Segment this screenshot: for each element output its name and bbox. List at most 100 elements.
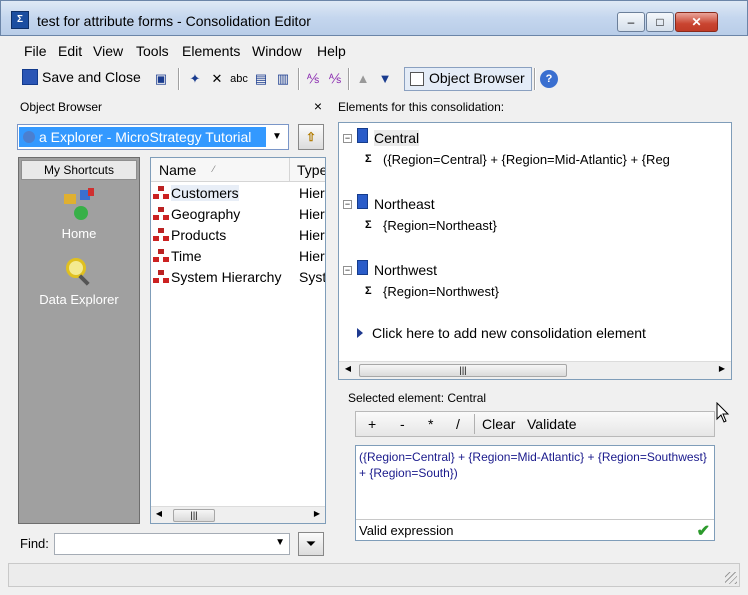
minus-button[interactable]: - xyxy=(400,416,405,432)
hierarchy-icon xyxy=(153,186,169,200)
hierarchy-icon xyxy=(153,207,169,221)
element-expression[interactable]: {Region=Northwest} xyxy=(383,284,499,299)
toolbar-separator xyxy=(534,68,536,90)
menu-view[interactable]: View xyxy=(93,43,123,59)
object-browser-button[interactable]: Object Browser xyxy=(404,67,532,91)
scroll-left-icon[interactable]: ◀ xyxy=(342,364,354,373)
status-bar xyxy=(8,563,740,587)
menu-edit[interactable]: Edit xyxy=(58,43,82,59)
scroll-left-icon[interactable]: ◀ xyxy=(153,509,165,518)
collapse-icon[interactable]: − xyxy=(343,134,352,143)
scroll-right-icon[interactable]: ▶ xyxy=(716,364,728,373)
sort-descending-icon[interactable]: ⅍ xyxy=(326,70,344,88)
save-icon[interactable]: ▣ xyxy=(152,70,170,88)
object-browser-icon xyxy=(410,72,424,86)
menu-file[interactable]: File xyxy=(24,43,47,59)
list-item-type: Hier xyxy=(299,206,325,222)
plus-button[interactable]: + xyxy=(368,416,376,432)
menu-elements[interactable]: Elements xyxy=(182,43,240,59)
menu-bar: File Edit View Tools Elements Window Hel… xyxy=(14,40,740,63)
sigma-icon: Σ xyxy=(365,285,372,297)
help-icon[interactable]: ? xyxy=(540,70,558,88)
divide-button[interactable]: / xyxy=(456,416,460,432)
edit-element-icon[interactable]: ▤ xyxy=(252,70,270,88)
folder-up-button[interactable]: ⇧ xyxy=(298,124,324,150)
list-item-type: Hier xyxy=(299,185,325,201)
hierarchy-icon xyxy=(153,270,169,284)
resize-grip-icon[interactable] xyxy=(725,572,737,584)
move-up-icon[interactable]: ▲ xyxy=(354,70,372,88)
minimize-button[interactable]: – xyxy=(617,12,645,32)
horizontal-scrollbar[interactable]: ◀ ||| ▶ xyxy=(151,506,325,523)
collapse-icon[interactable]: − xyxy=(343,266,352,275)
clear-button[interactable]: Clear xyxy=(482,416,515,432)
find-label: Find: xyxy=(20,536,49,551)
element-expression[interactable]: ({Region=Central} + {Region=Mid-Atlantic… xyxy=(383,152,670,167)
column-header-name[interactable]: Name xyxy=(159,162,196,178)
element-expression[interactable]: {Region=Northeast} xyxy=(383,218,497,233)
project-dropdown[interactable]: a Explorer - MicroStrategy Tutorial ▼ xyxy=(17,124,289,150)
mouse-cursor-icon xyxy=(716,402,730,423)
list-item[interactable]: Time Hier xyxy=(153,248,325,268)
expression-text[interactable]: ({Region=Central} + {Region=Mid-Atlantic… xyxy=(359,449,711,481)
validation-status: Valid expression ✔ xyxy=(356,519,714,540)
validate-button[interactable]: Validate xyxy=(527,416,577,432)
checkmark-icon: ✔ xyxy=(696,523,710,540)
menu-window[interactable]: Window xyxy=(252,43,302,59)
shortcut-data-explorer-label: Data Explorer xyxy=(39,292,119,307)
toolbar-separator xyxy=(348,68,350,90)
maximize-button[interactable]: □ xyxy=(646,12,674,32)
shortcut-home-label: Home xyxy=(61,226,97,241)
hierarchy-icon xyxy=(153,228,169,242)
consolidation-element-icon xyxy=(357,260,368,275)
list-item-name: Time xyxy=(171,248,202,264)
menu-help[interactable]: Help xyxy=(317,43,346,59)
delete-icon[interactable]: ✕ xyxy=(208,70,226,88)
list-item-name: Geography xyxy=(171,206,241,222)
shortcuts-panel: My Shortcuts Home Data Explorer xyxy=(18,157,140,524)
add-new-element-link[interactable]: Click here to add new consolidation elem… xyxy=(357,325,646,341)
shortcuts-header: My Shortcuts xyxy=(21,160,137,180)
object-browser-header: Object Browser × xyxy=(14,98,326,118)
filter-icon: ⏷ xyxy=(305,536,317,551)
element-name: Northwest xyxy=(374,262,438,278)
filter-button[interactable]: ⏷ xyxy=(298,532,324,556)
shortcut-home[interactable]: Home xyxy=(19,188,139,241)
collapse-icon[interactable]: − xyxy=(343,200,352,209)
save-and-close-button[interactable]: Save and Close xyxy=(22,69,141,91)
object-browser-label: Object Browser xyxy=(429,70,525,86)
rename-icon[interactable]: abc xyxy=(230,70,248,88)
shortcut-data-explorer[interactable]: Data Explorer xyxy=(19,254,139,307)
multiply-button[interactable]: * xyxy=(428,416,433,432)
list-item[interactable]: System Hierarchy Syste xyxy=(153,269,325,289)
column-divider[interactable] xyxy=(289,158,290,182)
chevron-down-icon[interactable]: ▼ xyxy=(275,537,285,548)
list-item[interactable]: Customers Hier xyxy=(153,185,325,205)
save-and-close-label: Save and Close xyxy=(42,69,141,85)
new-element-icon[interactable]: ✦ xyxy=(186,70,204,88)
list-header: Name ⁄ Type xyxy=(151,158,325,182)
expression-editor[interactable]: ({Region=Central} + {Region=Mid-Atlantic… xyxy=(355,445,715,541)
horizontal-scrollbar[interactable]: ◀ ||| ▶ xyxy=(339,361,731,379)
selected-element-label: Selected element: Central xyxy=(348,391,487,405)
menu-tools[interactable]: Tools xyxy=(136,43,169,59)
close-button[interactable]: ✕ xyxy=(675,12,718,32)
scrollbar-thumb[interactable]: ||| xyxy=(359,364,567,377)
elements-label: Elements for this consolidation: xyxy=(338,100,505,114)
title-bar: Σ test for attribute forms - Consolidati… xyxy=(0,0,748,36)
column-header-type[interactable]: Type xyxy=(297,162,325,178)
list-item[interactable]: Geography Hier xyxy=(153,206,325,226)
sigma-icon: Σ xyxy=(365,219,372,231)
sort-ascending-icon[interactable]: ⅍ xyxy=(304,70,322,88)
toolbar-separator xyxy=(474,414,475,434)
list-item-name: Products xyxy=(171,227,227,243)
close-icon[interactable]: × xyxy=(314,98,322,114)
chevron-down-icon[interactable]: ▼ xyxy=(267,126,287,148)
validation-status-text: Valid expression xyxy=(359,523,454,538)
scroll-right-icon[interactable]: ▶ xyxy=(311,509,323,518)
list-item[interactable]: Products Hier xyxy=(153,227,325,247)
find-input[interactable]: ▼ xyxy=(54,533,290,555)
move-down-icon[interactable]: ▼ xyxy=(376,70,394,88)
properties-icon[interactable]: ▥ xyxy=(274,70,292,88)
scrollbar-thumb[interactable]: ||| xyxy=(173,509,215,522)
